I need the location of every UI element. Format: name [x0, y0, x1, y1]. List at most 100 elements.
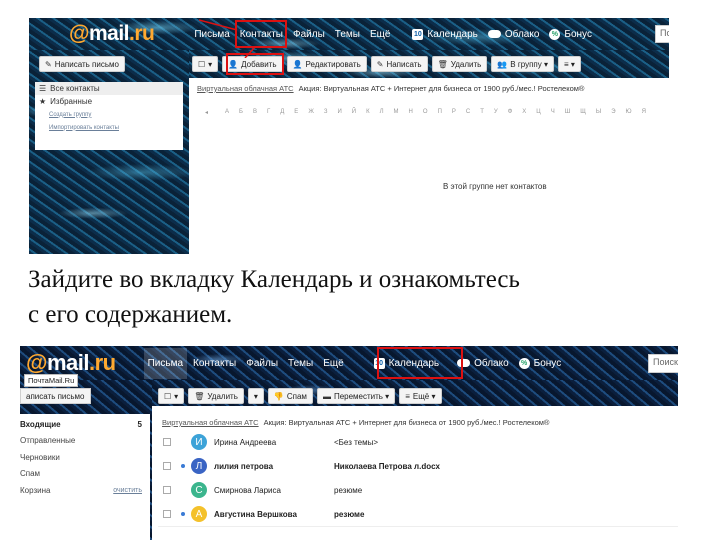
compose-button[interactable]: ✎ Написать письмо	[39, 56, 125, 72]
alphabet-left-arrow[interactable]: ◂	[205, 109, 208, 116]
nav-contacts[interactable]: Контакты	[193, 358, 236, 369]
delete-button[interactable]: 🗑 Удалить	[188, 388, 244, 404]
create-group-link[interactable]: Создать группу	[49, 112, 91, 118]
unread-dot[interactable]	[181, 512, 185, 516]
alphabet-letter[interactable]: Х	[522, 109, 526, 115]
mailru-logo[interactable]: @mail.ru	[26, 350, 116, 376]
nav-more[interactable]: Ещё	[370, 29, 390, 40]
nav-cloud[interactable]: Облако	[487, 29, 539, 40]
all-contacts-item[interactable]: ☰ Все контакты	[35, 82, 183, 95]
message-row[interactable]: А Августина Вершкова резюме	[158, 502, 678, 527]
alphabet-letter[interactable]: Я	[642, 109, 646, 115]
to-group-button[interactable]: 👥 В группу ▾	[491, 56, 555, 72]
folder-drafts[interactable]: Черновики	[20, 449, 150, 466]
message-row[interactable]: И Ирина Андреева <Без темы>	[158, 430, 678, 455]
alphabet-letter[interactable]: Ы	[596, 109, 601, 115]
message-sender: лилия петрова	[214, 461, 274, 471]
alphabet-letter[interactable]: Г	[267, 109, 270, 115]
unread-dot[interactable]	[181, 440, 185, 444]
alphabet-letter[interactable]: Ф	[508, 109, 513, 115]
move-button[interactable]: ▬ Переместить ▾	[316, 388, 396, 404]
delete-button[interactable]: 🗑 Удалить	[431, 56, 488, 72]
message-checkbox[interactable]	[163, 486, 171, 494]
alphabet-letter[interactable]: Й	[352, 109, 356, 115]
alphabet-letter[interactable]: Е	[294, 109, 298, 115]
nav-bonus[interactable]: % Бонус	[549, 28, 592, 40]
menu-button[interactable]: ≡ ▾	[558, 56, 581, 72]
folder-sent[interactable]: Отправленные	[20, 433, 150, 450]
nav-files[interactable]: Файлы	[246, 358, 278, 369]
message-checkbox[interactable]	[163, 462, 171, 470]
nav-themes[interactable]: Темы	[288, 358, 313, 369]
unread-dot[interactable]	[181, 488, 185, 492]
message-checkbox[interactable]	[163, 510, 171, 518]
unread-dot[interactable]	[181, 464, 185, 468]
alphabet-letter[interactable]: К	[366, 109, 370, 115]
ad-banner[interactable]: Виртуальная облачная АТС Акция: Виртуальн…	[162, 418, 549, 427]
cloud-icon	[487, 30, 501, 38]
nav-letters[interactable]: Письма	[143, 347, 188, 379]
alphabet-letter[interactable]: Л	[380, 109, 384, 115]
delete-dropdown[interactable]: ▾	[247, 388, 264, 404]
alphabet-letter[interactable]: У	[494, 109, 498, 115]
mailru-logo[interactable]: @mail.ru	[69, 22, 155, 46]
clear-trash-link[interactable]: очистить	[113, 487, 150, 494]
nav-themes[interactable]: Темы	[335, 29, 360, 40]
nav-cloud[interactable]: Облако	[457, 358, 509, 369]
alphabet-letter[interactable]: Ц	[536, 109, 540, 115]
alphabet-letter[interactable]: М	[394, 109, 399, 115]
alphabet-letter[interactable]: С	[466, 109, 470, 115]
message-row[interactable]: С Смирнова Лариса резюме	[158, 478, 678, 503]
select-dropdown[interactable]: ☐ ▾	[192, 56, 219, 72]
alphabet-letter[interactable]: О	[423, 109, 428, 115]
select-dropdown[interactable]: ☐ ▾	[158, 388, 185, 404]
alphabet-letter[interactable]: В	[253, 109, 257, 115]
spam-button[interactable]: 👎 Спам	[267, 388, 313, 404]
more-button[interactable]: ≡ Ещё ▾	[399, 388, 442, 404]
folder-inbox[interactable]: Входящие 5	[20, 414, 150, 433]
alphabet-letter[interactable]: Т	[480, 109, 484, 115]
alphabet-letter[interactable]: Щ	[580, 109, 586, 115]
alphabet-letters: АБВГДЕЖЗИЙКЛМНОПРСТУФХЦЧШЩЫЭЮЯ	[225, 109, 646, 115]
message-row[interactable]: Ллилия петрова Николаева Петрова л.docx	[158, 454, 678, 479]
pencil-icon: ✎	[45, 59, 52, 69]
folder-trash[interactable]: Корзина очистить	[20, 482, 150, 499]
avatar: Л	[191, 458, 207, 474]
message-sender: Августина Вершкова	[214, 509, 297, 519]
favorites-item[interactable]: ★ Избранные	[35, 95, 183, 108]
nav-calendar[interactable]: 10 Календарь	[412, 28, 478, 40]
alphabet-letter[interactable]: Э	[611, 109, 615, 115]
search-input[interactable]: Поиск	[648, 354, 678, 373]
alphabet-letter[interactable]: Б	[239, 109, 243, 115]
calendar-icon: 10	[412, 28, 424, 40]
ad-link[interactable]: Виртуальная облачная АТС	[162, 418, 259, 427]
nav-files[interactable]: Файлы	[293, 29, 325, 40]
caption-line-2: с его содержанием.	[28, 301, 233, 328]
edit-contact-button[interactable]: 👤 Редактировать	[286, 56, 367, 72]
nav-more[interactable]: Ещё	[323, 358, 343, 369]
search-input[interactable]: По	[655, 25, 669, 43]
alphabet-letter[interactable]: Н	[409, 109, 413, 115]
alphabet-letter[interactable]: Ш	[565, 109, 571, 115]
alphabet-letter[interactable]: З	[324, 109, 328, 115]
message-subject: резюме	[334, 485, 363, 495]
avatar: А	[191, 506, 207, 522]
alphabet-letter[interactable]: Д	[280, 109, 284, 115]
nav-bonus[interactable]: % Бонус	[518, 357, 561, 369]
import-contacts-link[interactable]: Импортировать контакты	[49, 125, 119, 131]
logo-tooltip: ПочтаMail.Ru	[24, 374, 79, 387]
alphabet-letter[interactable]: П	[438, 109, 442, 115]
ad-link[interactable]: Виртуальная облачная АТС	[197, 84, 294, 93]
alphabet-letter[interactable]: Ж	[308, 109, 314, 115]
alphabet-letter[interactable]: Р	[452, 109, 456, 115]
compose-button[interactable]: аписать письмо	[20, 388, 91, 404]
folder-spam[interactable]: Спам	[20, 466, 150, 483]
alphabet-letter[interactable]: И	[337, 109, 341, 115]
ad-banner[interactable]: Виртуальная облачная АТС Акция: Виртуальн…	[197, 84, 584, 93]
write-button[interactable]: ✎ Написать	[370, 56, 428, 72]
calendar-highlight	[377, 347, 463, 379]
message-checkbox[interactable]	[163, 438, 171, 446]
alphabet-letter[interactable]: Ю	[626, 109, 632, 115]
alphabet-letter[interactable]: Ч	[551, 109, 555, 115]
alphabet-letter[interactable]: А	[225, 109, 229, 115]
